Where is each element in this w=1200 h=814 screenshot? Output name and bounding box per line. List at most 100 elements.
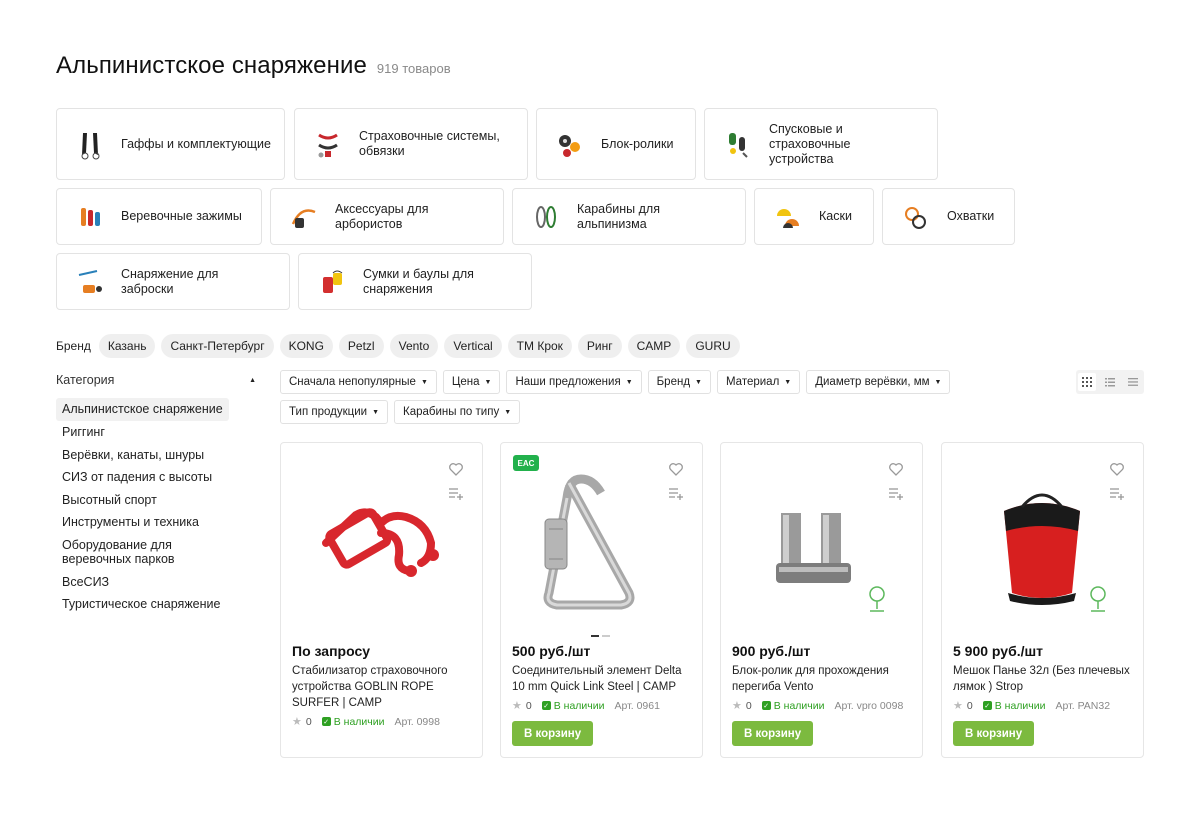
grid-view-icon[interactable] bbox=[1078, 373, 1097, 391]
brand-tree-logo bbox=[1090, 586, 1106, 612]
brand-chip[interactable]: Казань bbox=[98, 334, 156, 358]
product-name[interactable]: Блок-ролик для прохождения перегиба Vent… bbox=[732, 663, 914, 695]
page-title: Альпинистское снаряжение bbox=[56, 52, 367, 79]
heart-icon[interactable] bbox=[448, 461, 464, 477]
helmet-thumbnail-icon bbox=[777, 208, 799, 228]
category-tile-arborist[interactable]: Аксессуары для арбористов bbox=[270, 188, 504, 245]
image-carousel-dots[interactable] bbox=[591, 635, 610, 637]
category-tile-harnesses[interactable]: Страховочные системы, обвязки bbox=[294, 108, 528, 180]
sort-dropdown[interactable]: Сначала непопулярные ▼ bbox=[280, 370, 437, 394]
heart-icon[interactable] bbox=[1109, 461, 1125, 477]
article-number: Арт. PAN32 bbox=[1055, 699, 1111, 712]
descender-thumbnail-icon bbox=[729, 133, 748, 158]
brand-chip[interactable]: CAMP bbox=[627, 334, 681, 358]
filter-label: Материал bbox=[725, 376, 780, 388]
category-tile-bags[interactable]: Сумки и баулы для снаряжения bbox=[298, 253, 532, 310]
add-to-cart-button[interactable]: В корзину bbox=[512, 721, 594, 746]
sling-thumbnail-icon bbox=[905, 206, 926, 229]
brand-chip[interactable]: Vertical bbox=[444, 334, 502, 358]
brand-chip[interactable]: GURU bbox=[686, 334, 740, 358]
product-card[interactable]: По запросу Стабилизатор страховочного ус… bbox=[280, 442, 483, 758]
product-price: 5 900 руб./шт bbox=[953, 643, 1044, 659]
throw-gear-thumbnail-icon bbox=[78, 269, 102, 293]
brand-chip[interactable]: KONG bbox=[279, 334, 333, 358]
sidebar-item[interactable]: Верёвки, канаты, шнуры bbox=[56, 444, 256, 467]
add-to-cart-button[interactable]: В корзину bbox=[732, 721, 814, 746]
carabiner-type-dropdown[interactable]: Карабины по типу ▼ bbox=[394, 400, 521, 424]
compare-icon[interactable] bbox=[668, 486, 684, 502]
sidebar-item[interactable]: Риггинг bbox=[56, 421, 256, 444]
product-card[interactable]: 5 900 руб./шт Мешок Панье 32л (Без плече… bbox=[941, 442, 1144, 758]
brand-chip[interactable]: Vento bbox=[389, 334, 439, 358]
rating-count: 0 bbox=[305, 715, 312, 728]
product-price: 900 руб./шт bbox=[732, 643, 811, 659]
sidebar-item[interactable]: Оборудование для веревочных парков bbox=[56, 534, 246, 571]
rating-count: 0 bbox=[966, 699, 973, 712]
category-tile-throw-gear[interactable]: Снаряжение для заброски bbox=[56, 253, 290, 310]
filter-bar: Сначала непопулярные ▼ Цена ▼ Наши предлож… bbox=[280, 370, 1020, 424]
brand-chip[interactable]: Ринг bbox=[577, 334, 622, 358]
product-type-dropdown[interactable]: Тип продукции ▼ bbox=[280, 400, 388, 424]
compare-icon[interactable] bbox=[448, 486, 464, 502]
category-tile-slings[interactable]: Охватки bbox=[882, 188, 1015, 245]
category-label: Страховочные системы, обвязки bbox=[359, 129, 500, 158]
product-name[interactable]: Мешок Панье 32л (Без плечевых лямок ) St… bbox=[953, 663, 1135, 695]
carousel-dot[interactable] bbox=[602, 635, 610, 637]
category-label: Веревочные зажимы bbox=[121, 209, 242, 223]
sidebar-item[interactable]: Инструменты и техника bbox=[56, 511, 256, 534]
sidebar-item[interactable]: ВсеСИЗ bbox=[56, 571, 256, 594]
sidebar-item[interactable]: СИЗ от падения с высоты bbox=[56, 466, 256, 489]
brand-chip[interactable]: ТМ Крок bbox=[507, 334, 572, 358]
compare-icon[interactable] bbox=[1109, 486, 1125, 502]
product-meta: ★ 0 ✓ В наличии Арт. PAN32 bbox=[953, 699, 1111, 713]
harness-thumbnail-icon bbox=[318, 133, 338, 158]
dropdown-arrow-icon: ▼ bbox=[484, 378, 492, 386]
category-tile-pulleys[interactable]: Блок-ролики bbox=[536, 108, 696, 180]
product-card[interactable]: EAC 500 руб./шт Соединительный элемент D… bbox=[500, 442, 703, 758]
category-tile-helmets[interactable]: Каски bbox=[754, 188, 874, 245]
offers-dropdown[interactable]: Наши предложения ▼ bbox=[506, 370, 642, 394]
table-view-icon[interactable] bbox=[1124, 373, 1142, 391]
collapse-caret-icon[interactable]: ▲ bbox=[249, 377, 256, 384]
stock-status: ✓ В наличии bbox=[761, 700, 824, 712]
list-view-icon[interactable] bbox=[1101, 373, 1119, 391]
category-tile-gaffs[interactable]: Гаффы и комплектующие bbox=[56, 108, 285, 180]
product-name[interactable]: Соединительный элемент Delta 10 mm Quick… bbox=[512, 663, 694, 695]
product-meta: ★ 0 ✓ В наличии Арт. 0961 bbox=[512, 699, 660, 713]
brand-dropdown[interactable]: Бренд ▼ bbox=[647, 370, 711, 394]
category-tile-rope-clamps[interactable]: Веревочные зажимы bbox=[56, 188, 262, 245]
price-dropdown[interactable]: Цена ▼ bbox=[442, 370, 501, 394]
filter-label: Цена bbox=[451, 376, 480, 388]
heart-icon[interactable] bbox=[888, 461, 904, 477]
filter-label: Бренд bbox=[656, 376, 691, 388]
product-count: 919 товаров bbox=[376, 61, 451, 76]
filter-label: Карабины по типу bbox=[403, 406, 500, 418]
product-name[interactable]: Стабилизатор страховочного устройства GO… bbox=[292, 663, 474, 711]
compare-icon[interactable] bbox=[888, 486, 904, 502]
category-tile-carabiners[interactable]: Карабины для альпинизма bbox=[512, 188, 746, 245]
star-icon: ★ bbox=[732, 700, 742, 712]
sidebar-item[interactable]: Высотный спорт bbox=[56, 489, 256, 512]
product-price: 500 руб./шт bbox=[512, 643, 591, 659]
category-label: Охватки bbox=[947, 209, 995, 223]
rope-diameter-dropdown[interactable]: Диаметр верёвки, мм ▼ bbox=[806, 370, 951, 394]
stock-status: ✓ В наличии bbox=[321, 716, 384, 728]
article-number: Арт. vpro 0098 bbox=[834, 699, 904, 712]
dropdown-arrow-icon: ▼ bbox=[784, 378, 792, 386]
heart-icon[interactable] bbox=[668, 461, 684, 477]
add-to-cart-button[interactable]: В корзину bbox=[953, 721, 1035, 746]
carousel-dot[interactable] bbox=[591, 635, 599, 637]
material-dropdown[interactable]: Материал ▼ bbox=[716, 370, 801, 394]
category-tile-descenders[interactable]: Спусковые и страховочные устройства bbox=[704, 108, 938, 180]
sidebar-item-active[interactable]: Альпинистское снаряжение bbox=[56, 398, 229, 421]
sidebar-item[interactable]: Туристическое снаряжение bbox=[56, 593, 256, 616]
category-label: Карабины для альпинизма bbox=[577, 201, 660, 231]
check-icon: ✓ bbox=[761, 701, 771, 710]
dropdown-arrow-icon: ▼ bbox=[504, 408, 512, 416]
eac-badge: EAC bbox=[513, 455, 539, 471]
product-card[interactable]: 900 руб./шт Блок-ролик для прохождения п… bbox=[720, 442, 923, 758]
brand-chip[interactable]: Санкт-Петербург bbox=[161, 334, 274, 358]
brand-chip[interactable]: Petzl bbox=[338, 334, 384, 358]
dropdown-arrow-icon: ▼ bbox=[420, 378, 428, 386]
sidebar-heading[interactable]: Категория ▲ bbox=[56, 370, 256, 390]
